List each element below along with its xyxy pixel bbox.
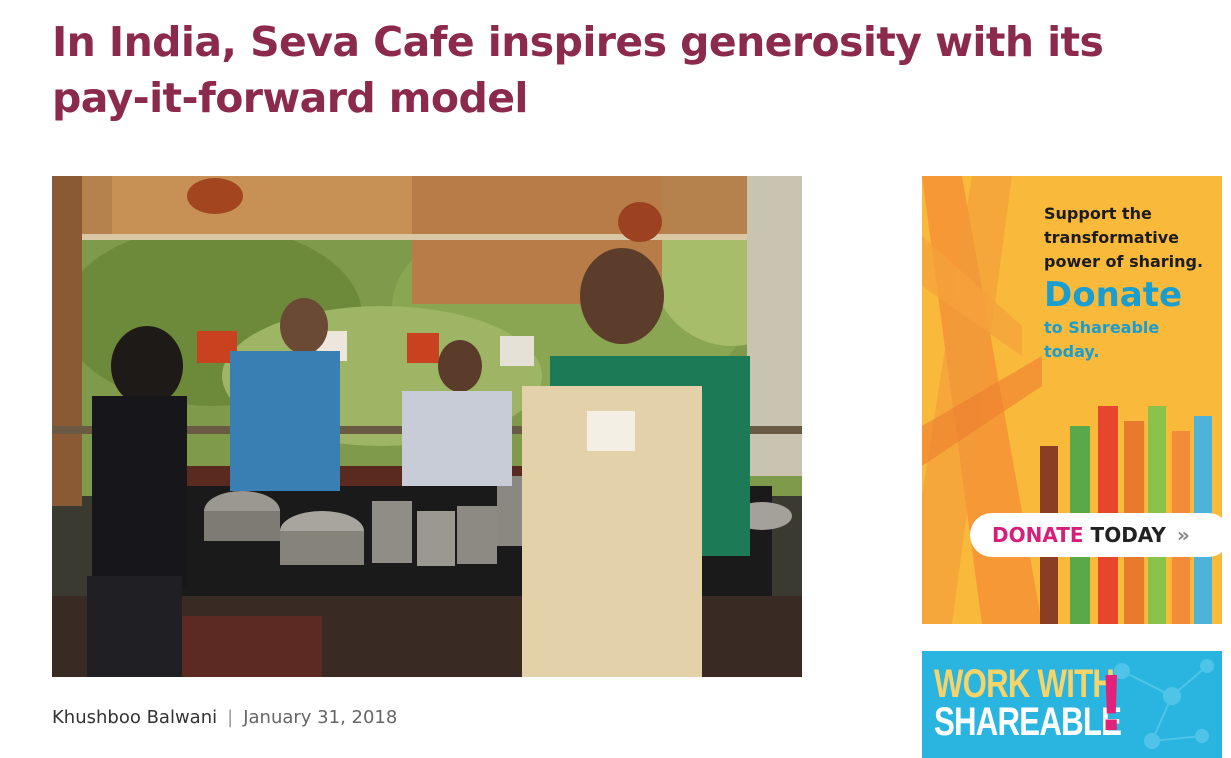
ad-sub-2: today.: [1044, 342, 1100, 361]
work-with-shareable-banner[interactable]: WORK WITH SHAREABLE !: [922, 651, 1222, 758]
article-photo: [52, 176, 802, 677]
donate-button-word-1: DONATE: [992, 523, 1084, 547]
byline-separator: |: [227, 707, 234, 728]
work-line-2: SHAREABLE: [934, 700, 1122, 744]
ad-donate-word: Donate: [1044, 275, 1183, 315]
author-name[interactable]: Khushboo Balwani: [52, 707, 217, 728]
donate-ad-banner[interactable]: Support the transformative power of shar…: [922, 176, 1222, 624]
exclamation-mark: !: [1098, 658, 1125, 747]
article-byline: Khushboo Balwani | January 31, 2018: [52, 706, 397, 730]
ad-tagline-2: transformative: [1044, 228, 1179, 247]
donate-button-word-2: TODAY: [1090, 523, 1166, 547]
work-line-1: WORK WITH: [934, 662, 1115, 706]
ad-tagline-3: power of sharing.: [1044, 252, 1204, 271]
ad-sub-1: to Shareable: [1044, 318, 1160, 337]
donate-ad-text: Support the transformative power of shar…: [1044, 202, 1222, 364]
article-headline: In India, Seva Cafe inspires generosity …: [52, 18, 1104, 122]
donate-today-button[interactable]: DONATE TODAY »: [970, 513, 1222, 557]
chevron-right-icon: »: [1176, 523, 1190, 547]
work-with-text: WORK WITH SHAREABLE: [934, 662, 1174, 744]
ad-tagline-1: Support the: [1044, 204, 1152, 223]
publish-date: January 31, 2018: [243, 707, 398, 728]
